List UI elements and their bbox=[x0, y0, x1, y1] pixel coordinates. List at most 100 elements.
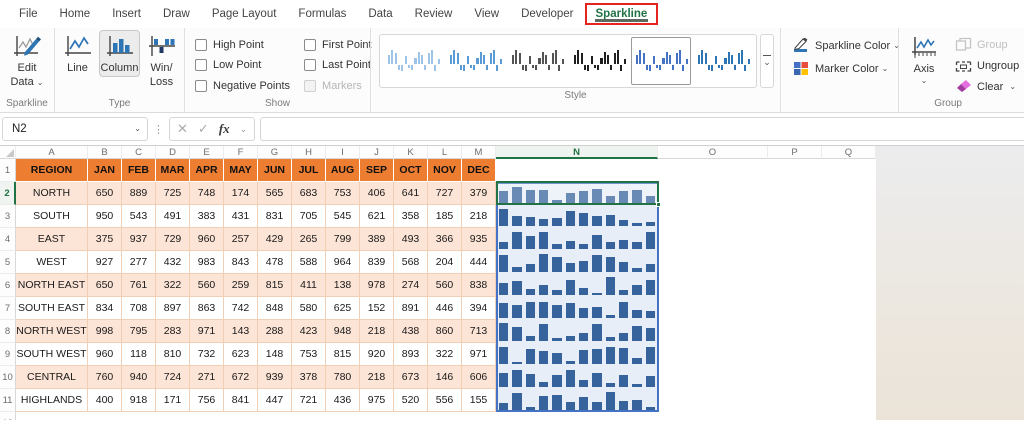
empty-cell[interactable] bbox=[658, 366, 768, 389]
value-cell[interactable]: 565 bbox=[258, 182, 292, 205]
value-cell[interactable]: 960 bbox=[88, 343, 122, 366]
value-cell[interactable]: 436 bbox=[326, 389, 360, 412]
value-cell[interactable]: 721 bbox=[292, 389, 326, 412]
value-cell[interactable]: 891 bbox=[394, 297, 428, 320]
sparkline-cell-n6[interactable] bbox=[496, 274, 658, 297]
value-cell[interactable]: 810 bbox=[156, 343, 190, 366]
value-cell[interactable]: 155 bbox=[462, 389, 496, 412]
value-cell[interactable]: 283 bbox=[156, 320, 190, 343]
empty-cell[interactable] bbox=[496, 159, 658, 182]
tab-sparkline[interactable]: Sparkline bbox=[584, 3, 659, 25]
checkbox-low-point[interactable]: Low Point bbox=[195, 55, 290, 75]
row-header-2[interactable]: 2 bbox=[0, 182, 16, 205]
region-cell[interactable]: WEST bbox=[16, 251, 88, 274]
value-cell[interactable]: 839 bbox=[360, 251, 394, 274]
value-cell[interactable]: 257 bbox=[224, 228, 258, 251]
value-cell[interactable]: 998 bbox=[88, 320, 122, 343]
value-cell[interactable]: 937 bbox=[122, 228, 156, 251]
value-cell[interactable]: 621 bbox=[360, 205, 394, 228]
column-header-m[interactable]: M bbox=[462, 146, 496, 159]
row-header-10[interactable]: 10 bbox=[0, 366, 16, 389]
column-sparkline-button[interactable]: Column bbox=[99, 30, 140, 77]
value-cell[interactable]: 406 bbox=[360, 182, 394, 205]
value-cell[interactable]: 271 bbox=[190, 366, 224, 389]
value-cell[interactable]: 918 bbox=[122, 389, 156, 412]
value-cell[interactable]: 148 bbox=[258, 343, 292, 366]
row-header-5[interactable]: 5 bbox=[0, 251, 16, 274]
value-cell[interactable]: 560 bbox=[190, 274, 224, 297]
empty-cell[interactable] bbox=[822, 274, 876, 297]
empty-cell[interactable] bbox=[822, 159, 876, 182]
name-box[interactable]: N2 ⌄ bbox=[2, 117, 148, 141]
empty-cell[interactable] bbox=[658, 343, 768, 366]
empty-cell[interactable] bbox=[822, 182, 876, 205]
value-cell[interactable]: 841 bbox=[224, 389, 258, 412]
column-header-g[interactable]: G bbox=[258, 146, 292, 159]
value-cell[interactable]: 444 bbox=[462, 251, 496, 274]
region-cell[interactable]: SOUTH WEST bbox=[16, 343, 88, 366]
value-cell[interactable]: 556 bbox=[428, 389, 462, 412]
axis-button[interactable]: Axis ⌄ bbox=[901, 30, 947, 86]
value-cell[interactable]: 729 bbox=[156, 228, 190, 251]
value-cell[interactable]: 975 bbox=[360, 389, 394, 412]
empty-cell[interactable] bbox=[658, 389, 768, 412]
sparkline-cell-n2[interactable] bbox=[496, 182, 658, 205]
column-header-k[interactable]: K bbox=[394, 146, 428, 159]
clear-button[interactable]: Clear ⌄ bbox=[955, 79, 1019, 94]
row-header-11[interactable]: 11 bbox=[0, 389, 16, 412]
value-cell[interactable]: 218 bbox=[360, 320, 394, 343]
value-cell[interactable]: 732 bbox=[190, 343, 224, 366]
value-cell[interactable]: 673 bbox=[394, 366, 428, 389]
cancel-icon[interactable]: ✕ bbox=[177, 121, 188, 137]
value-cell[interactable]: 277 bbox=[122, 251, 156, 274]
value-cell[interactable]: 897 bbox=[156, 297, 190, 320]
value-cell[interactable]: 838 bbox=[462, 274, 496, 297]
tab-home[interactable]: Home bbox=[49, 3, 102, 25]
table-header-cell[interactable]: APR bbox=[190, 159, 224, 182]
column-header-f[interactable]: F bbox=[224, 146, 258, 159]
column-header-i[interactable]: I bbox=[326, 146, 360, 159]
tab-developer[interactable]: Developer bbox=[510, 3, 584, 25]
region-cell[interactable]: HIGHLANDS bbox=[16, 389, 88, 412]
value-cell[interactable]: 863 bbox=[190, 297, 224, 320]
table-header-cell[interactable]: DEC bbox=[462, 159, 496, 182]
value-cell[interactable]: 431 bbox=[224, 205, 258, 228]
empty-cell[interactable] bbox=[16, 412, 876, 420]
table-header-cell[interactable]: JUN bbox=[258, 159, 292, 182]
row-header-9[interactable]: 9 bbox=[0, 343, 16, 366]
empty-cell[interactable] bbox=[658, 251, 768, 274]
empty-cell[interactable] bbox=[658, 274, 768, 297]
empty-cell[interactable] bbox=[768, 182, 822, 205]
column-header-q[interactable]: Q bbox=[822, 146, 876, 159]
value-cell[interactable]: 799 bbox=[326, 228, 360, 251]
column-header-p[interactable]: P bbox=[768, 146, 822, 159]
value-cell[interactable]: 860 bbox=[428, 320, 462, 343]
sparkline-cell-n10[interactable] bbox=[496, 366, 658, 389]
empty-cell[interactable] bbox=[658, 320, 768, 343]
checkbox-negative-points[interactable]: Negative Points bbox=[195, 76, 290, 96]
value-cell[interactable]: 625 bbox=[326, 297, 360, 320]
region-cell[interactable]: CENTRAL bbox=[16, 366, 88, 389]
table-header-cell[interactable]: MAR bbox=[156, 159, 190, 182]
column-header-b[interactable]: B bbox=[88, 146, 122, 159]
value-cell[interactable]: 394 bbox=[462, 297, 496, 320]
enter-icon[interactable]: ✓ bbox=[198, 121, 209, 137]
value-cell[interactable]: 683 bbox=[292, 182, 326, 205]
value-cell[interactable]: 753 bbox=[292, 343, 326, 366]
value-cell[interactable]: 742 bbox=[224, 297, 258, 320]
value-cell[interactable]: 118 bbox=[122, 343, 156, 366]
value-cell[interactable]: 939 bbox=[258, 366, 292, 389]
sparkline-cell-n5[interactable] bbox=[496, 251, 658, 274]
value-cell[interactable]: 146 bbox=[428, 366, 462, 389]
row-header-7[interactable]: 7 bbox=[0, 297, 16, 320]
sparkline-color-button[interactable]: Sparkline Color ⌄ bbox=[793, 37, 900, 53]
sparkline-cell-n9[interactable] bbox=[496, 343, 658, 366]
value-cell[interactable]: 724 bbox=[156, 366, 190, 389]
select-all-corner[interactable] bbox=[0, 146, 16, 159]
value-cell[interactable]: 379 bbox=[462, 182, 496, 205]
value-cell[interactable]: 708 bbox=[122, 297, 156, 320]
column-header-a[interactable]: A bbox=[16, 146, 88, 159]
value-cell[interactable]: 848 bbox=[258, 297, 292, 320]
tab-page-layout[interactable]: Page Layout bbox=[201, 3, 288, 25]
value-cell[interactable]: 893 bbox=[394, 343, 428, 366]
